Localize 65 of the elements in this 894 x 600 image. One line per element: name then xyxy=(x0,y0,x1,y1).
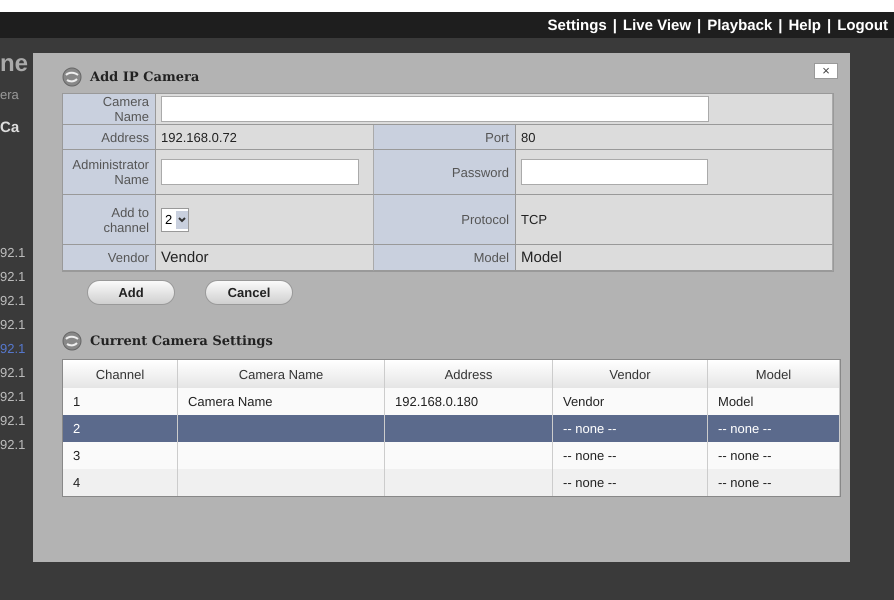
input-field[interactable] xyxy=(161,96,709,122)
dialog-title: Add IP Camera xyxy=(90,70,200,84)
table-cell-text: 92.1 xyxy=(0,388,26,406)
table-cell: Vendor xyxy=(563,394,604,409)
table-cell: -- none -- xyxy=(563,421,616,436)
nav-link[interactable]: Settings xyxy=(548,16,607,34)
table-cell-text: 92.1 xyxy=(0,412,26,430)
input-field[interactable] xyxy=(161,159,359,185)
close-button[interactable]: × xyxy=(814,63,838,79)
field-label: Address xyxy=(63,125,156,150)
table-cell: 192.168.0.180 xyxy=(395,394,478,409)
field-label: Vendor xyxy=(63,245,156,271)
separator: | xyxy=(612,16,617,34)
table-cell: -- none -- xyxy=(563,475,616,490)
channel-select[interactable]: 2 xyxy=(161,208,190,232)
field-label: Add to channel xyxy=(63,195,156,245)
table-cell: 2 xyxy=(73,421,80,436)
nav-link[interactable]: Live View xyxy=(622,16,692,34)
field-value: Vendor xyxy=(161,249,209,266)
nav-link[interactable]: Logout xyxy=(837,16,888,34)
globe-icon xyxy=(62,67,82,87)
separator: | xyxy=(697,16,702,34)
dialog-button[interactable]: Add xyxy=(87,280,175,305)
nav-link[interactable]: Help xyxy=(788,16,821,34)
field-label: Protocol xyxy=(374,195,516,245)
caret-icon xyxy=(176,210,188,228)
table-cell: Model xyxy=(718,394,754,409)
table-row[interactable]: 4 -- none -- -- none -- xyxy=(63,469,840,496)
separator: | xyxy=(826,16,832,34)
section-heading: Ca xyxy=(0,118,20,138)
table-cell: 3 xyxy=(73,448,80,463)
nav-link[interactable]: Playback xyxy=(707,16,772,34)
field-label: Password xyxy=(374,150,516,195)
page-tab[interactable]: era xyxy=(0,82,19,106)
table-cell-text: 92.1 xyxy=(0,340,26,358)
separator: | xyxy=(778,16,782,34)
table-cell: Camera Name xyxy=(188,394,273,409)
input-field[interactable] xyxy=(521,159,708,185)
field-label: Administrator Name xyxy=(63,150,156,195)
dialog-button[interactable]: Cancel xyxy=(205,280,293,305)
field-value: TCP xyxy=(521,212,547,227)
table-cell-text: 92.1 xyxy=(0,364,26,382)
table-row[interactable]: 3 -- none -- -- none -- xyxy=(63,442,840,469)
table-cell-text: 92.1 xyxy=(0,268,26,286)
table-cell: 4 xyxy=(73,475,80,490)
table-cell-text: 92.1 xyxy=(0,292,26,310)
table-row[interactable]: 1 Camera Name 192.168.0.180 Vendor Model xyxy=(63,388,840,415)
table-cell: 1 xyxy=(73,394,80,409)
table-cell: -- none -- xyxy=(563,448,616,463)
globe-icon xyxy=(62,331,82,351)
field-value: 80 xyxy=(521,130,536,144)
table-cell: -- none -- xyxy=(718,448,772,463)
field-label: Camera Name xyxy=(63,94,156,125)
table-cell-text: 92.1 xyxy=(0,244,26,262)
section-title: Current Camera Settings xyxy=(90,334,273,348)
field-label: Model xyxy=(374,245,516,271)
table-cell: -- none -- xyxy=(718,421,772,436)
page-heading: ne xyxy=(0,49,28,79)
field-value: Model xyxy=(521,249,562,266)
table-cell-text: 92.1 xyxy=(0,316,26,334)
field-value: 192.168.0.72 xyxy=(161,130,237,144)
table-cell-text: 92.1 xyxy=(0,436,26,454)
table-cell: -- none -- xyxy=(718,475,772,490)
table-row[interactable]: 2 -- none -- -- none -- xyxy=(63,415,840,442)
field-label: Port xyxy=(374,125,516,150)
